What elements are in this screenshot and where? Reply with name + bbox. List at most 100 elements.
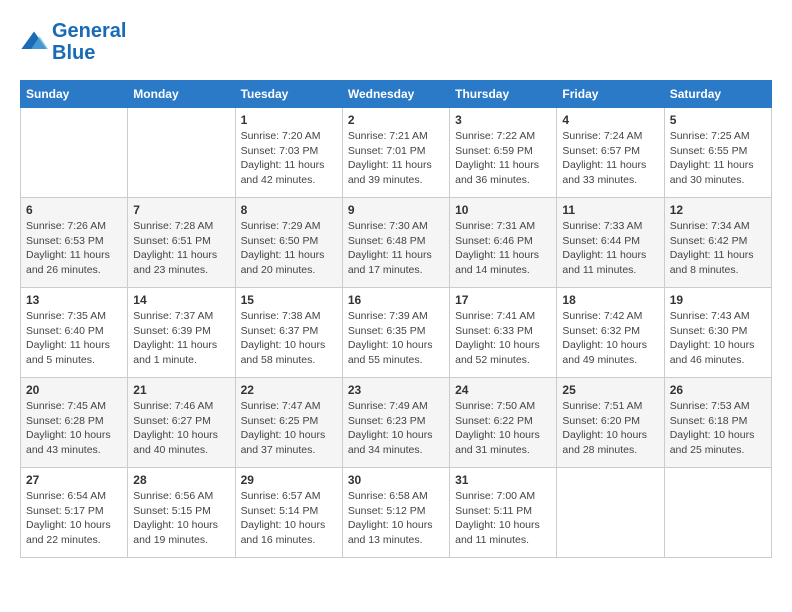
day-number: 15: [241, 293, 337, 307]
calendar-cell: 5 Sunrise: 7:25 AM Sunset: 6:55 PM Daylig…: [664, 108, 771, 198]
day-number: 30: [348, 473, 444, 487]
calendar-cell: 2 Sunrise: 7:21 AM Sunset: 7:01 PM Daylig…: [342, 108, 449, 198]
day-number: 5: [670, 113, 766, 127]
day-number: 3: [455, 113, 551, 127]
day-info: Sunrise: 7:34 AM Sunset: 6:42 PM Dayligh…: [670, 219, 766, 278]
day-info: Sunrise: 7:29 AM Sunset: 6:50 PM Dayligh…: [241, 219, 337, 278]
day-info: Sunrise: 6:56 AM Sunset: 5:15 PM Dayligh…: [133, 489, 229, 548]
calendar-cell: 24Sunrise: 7:50 AM Sunset: 6:22 PM Dayli…: [450, 378, 557, 468]
day-info: Sunrise: 6:54 AM Sunset: 5:17 PM Dayligh…: [26, 489, 122, 548]
calendar-cell: 11 Sunrise: 7:33 AM Sunset: 6:44 PM Dayli…: [557, 198, 664, 288]
day-number: 16: [348, 293, 444, 307]
calendar-week-row: 13 Sunrise: 7:35 AM Sunset: 6:40 PM Dayli…: [21, 288, 772, 378]
day-info: Sunrise: 7:45 AM Sunset: 6:28 PM Dayligh…: [26, 399, 122, 458]
calendar-cell: 1 Sunrise: 7:20 AM Sunset: 7:03 PM Daylig…: [235, 108, 342, 198]
day-number: 31: [455, 473, 551, 487]
day-info: Sunrise: 7:33 AM Sunset: 6:44 PM Dayligh…: [562, 219, 658, 278]
day-info: Sunrise: 7:00 AM Sunset: 5:11 PM Dayligh…: [455, 489, 551, 548]
day-number: 7: [133, 203, 229, 217]
day-info: Sunrise: 7:24 AM Sunset: 6:57 PM Dayligh…: [562, 129, 658, 188]
day-number: 12: [670, 203, 766, 217]
header-row: SundayMondayTuesdayWednesdayThursdayFrid…: [21, 81, 772, 108]
day-info: Sunrise: 7:26 AM Sunset: 6:53 PM Dayligh…: [26, 219, 122, 278]
calendar-week-row: 20 Sunrise: 7:45 AM Sunset: 6:28 PM Dayli…: [21, 378, 772, 468]
day-number: 26: [670, 383, 766, 397]
day-info: Sunrise: 7:28 AM Sunset: 6:51 PM Dayligh…: [133, 219, 229, 278]
weekday-header: Wednesday: [342, 81, 449, 108]
weekday-header: Thursday: [450, 81, 557, 108]
calendar-cell: 30 Sunrise: 6:58 AM Sunset: 5:12 PM Dayli…: [342, 468, 449, 558]
calendar-cell: 8 Sunrise: 7:29 AM Sunset: 6:50 PM Daylig…: [235, 198, 342, 288]
day-info: Sunrise: 7:53 AM Sunset: 6:18 PM Dayligh…: [670, 399, 766, 458]
day-info: Sunrise: 6:58 AM Sunset: 5:12 PM Dayligh…: [348, 489, 444, 548]
calendar-cell: 19Sunrise: 7:43 AM Sunset: 6:30 PM Dayli…: [664, 288, 771, 378]
day-number: 20: [26, 383, 122, 397]
calendar-cell: 21 Sunrise: 7:46 AM Sunset: 6:27 PM Dayli…: [128, 378, 235, 468]
day-number: 13: [26, 293, 122, 307]
day-info: Sunrise: 6:57 AM Sunset: 5:14 PM Dayligh…: [241, 489, 337, 548]
calendar-cell: 27 Sunrise: 6:54 AM Sunset: 5:17 PM Dayli…: [21, 468, 128, 558]
day-info: Sunrise: 7:25 AM Sunset: 6:55 PM Dayligh…: [670, 129, 766, 188]
calendar-cell: 18 Sunrise: 7:42 AM Sunset: 6:32 PM Dayli…: [557, 288, 664, 378]
day-info: Sunrise: 7:20 AM Sunset: 7:03 PM Dayligh…: [241, 129, 337, 188]
day-info: Sunrise: 7:51 AM Sunset: 6:20 PM Dayligh…: [562, 399, 658, 458]
calendar-week-row: 6 Sunrise: 7:26 AM Sunset: 6:53 PM Daylig…: [21, 198, 772, 288]
calendar-cell: 15 Sunrise: 7:38 AM Sunset: 6:37 PM Dayli…: [235, 288, 342, 378]
calendar-cell: 7 Sunrise: 7:28 AM Sunset: 6:51 PM Daylig…: [128, 198, 235, 288]
calendar-cell: [664, 468, 771, 558]
day-info: Sunrise: 7:49 AM Sunset: 6:23 PM Dayligh…: [348, 399, 444, 458]
calendar-cell: 14 Sunrise: 7:37 AM Sunset: 6:39 PM Dayli…: [128, 288, 235, 378]
day-info: Sunrise: 7:42 AM Sunset: 6:32 PM Dayligh…: [562, 309, 658, 368]
day-info: Sunrise: 7:39 AM Sunset: 6:35 PM Dayligh…: [348, 309, 444, 368]
day-number: 17: [455, 293, 551, 307]
day-number: 2: [348, 113, 444, 127]
calendar-cell: 23 Sunrise: 7:49 AM Sunset: 6:23 PM Dayli…: [342, 378, 449, 468]
day-info: Sunrise: 7:22 AM Sunset: 6:59 PM Dayligh…: [455, 129, 551, 188]
weekday-header: Friday: [557, 81, 664, 108]
day-number: 6: [26, 203, 122, 217]
day-number: 21: [133, 383, 229, 397]
day-info: Sunrise: 7:21 AM Sunset: 7:01 PM Dayligh…: [348, 129, 444, 188]
day-info: Sunrise: 7:46 AM Sunset: 6:27 PM Dayligh…: [133, 399, 229, 458]
day-number: 1: [241, 113, 337, 127]
logo: General Blue: [20, 20, 126, 64]
calendar-cell: [557, 468, 664, 558]
day-number: 22: [241, 383, 337, 397]
calendar-table: SundayMondayTuesdayWednesdayThursdayFrid…: [20, 80, 772, 558]
logo-icon: [20, 28, 48, 56]
day-number: 8: [241, 203, 337, 217]
calendar-cell: 12 Sunrise: 7:34 AM Sunset: 6:42 PM Dayli…: [664, 198, 771, 288]
logo-text: General Blue: [52, 20, 126, 64]
calendar-cell: 20 Sunrise: 7:45 AM Sunset: 6:28 PM Dayli…: [21, 378, 128, 468]
day-number: 9: [348, 203, 444, 217]
day-number: 11: [562, 203, 658, 217]
day-number: 18: [562, 293, 658, 307]
day-number: 14: [133, 293, 229, 307]
weekday-header: Monday: [128, 81, 235, 108]
day-info: Sunrise: 7:41 AM Sunset: 6:33 PM Dayligh…: [455, 309, 551, 368]
day-info: Sunrise: 7:50 AM Sunset: 6:22 PM Dayligh…: [455, 399, 551, 458]
day-number: 10: [455, 203, 551, 217]
day-number: 29: [241, 473, 337, 487]
calendar-cell: 9 Sunrise: 7:30 AM Sunset: 6:48 PM Daylig…: [342, 198, 449, 288]
calendar-cell: 10 Sunrise: 7:31 AM Sunset: 6:46 PM Dayli…: [450, 198, 557, 288]
day-info: Sunrise: 7:31 AM Sunset: 6:46 PM Dayligh…: [455, 219, 551, 278]
day-number: 23: [348, 383, 444, 397]
day-number: 25: [562, 383, 658, 397]
calendar-cell: 31 Sunrise: 7:00 AM Sunset: 5:11 PM Dayli…: [450, 468, 557, 558]
calendar-cell: 25 Sunrise: 7:51 AM Sunset: 6:20 PM Dayli…: [557, 378, 664, 468]
calendar-cell: 13 Sunrise: 7:35 AM Sunset: 6:40 PM Dayli…: [21, 288, 128, 378]
calendar-cell: 28Sunrise: 6:56 AM Sunset: 5:15 PM Dayli…: [128, 468, 235, 558]
day-info: Sunrise: 7:37 AM Sunset: 6:39 PM Dayligh…: [133, 309, 229, 368]
calendar-cell: 16 Sunrise: 7:39 AM Sunset: 6:35 PM Dayli…: [342, 288, 449, 378]
page-header: General Blue: [20, 20, 772, 64]
day-info: Sunrise: 7:35 AM Sunset: 6:40 PM Dayligh…: [26, 309, 122, 368]
day-info: Sunrise: 7:30 AM Sunset: 6:48 PM Dayligh…: [348, 219, 444, 278]
calendar-cell: 4Sunrise: 7:24 AM Sunset: 6:57 PM Daylig…: [557, 108, 664, 198]
day-info: Sunrise: 7:38 AM Sunset: 6:37 PM Dayligh…: [241, 309, 337, 368]
day-number: 19: [670, 293, 766, 307]
day-info: Sunrise: 7:47 AM Sunset: 6:25 PM Dayligh…: [241, 399, 337, 458]
calendar-cell: [21, 108, 128, 198]
day-number: 27: [26, 473, 122, 487]
calendar-cell: 29 Sunrise: 6:57 AM Sunset: 5:14 PM Dayli…: [235, 468, 342, 558]
